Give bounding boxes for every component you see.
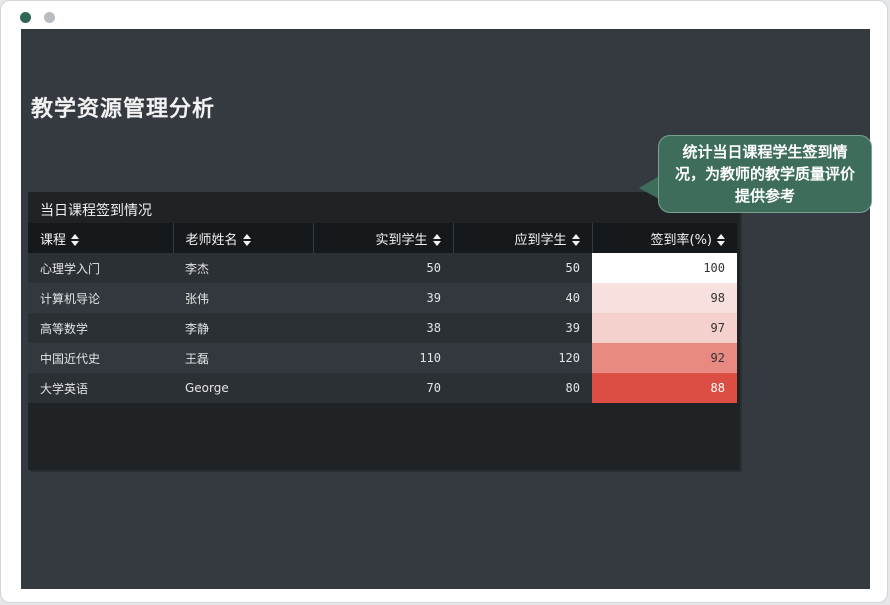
column-header-teacher[interactable]: 老师姓名 — [173, 223, 314, 253]
sort-icon[interactable] — [717, 234, 725, 246]
cell-rate: 88 — [592, 373, 737, 403]
cell-course: 中国近代史 — [28, 343, 173, 373]
cell-present: 38 — [313, 313, 453, 343]
column-header-rate[interactable]: 签到率(%) — [592, 223, 737, 253]
cell-course: 高等数学 — [28, 313, 173, 343]
sort-icon[interactable] — [432, 234, 441, 246]
cell-rate: 97 — [592, 313, 737, 343]
table-row[interactable]: 中国近代史 王磊 110 120 92 — [28, 343, 737, 373]
cell-expected: 40 — [453, 283, 592, 313]
cell-teacher: George — [173, 373, 313, 403]
table-row[interactable]: 计算机导论 张伟 39 40 98 — [28, 283, 737, 313]
cell-present: 50 — [313, 253, 453, 283]
cell-teacher: 王磊 — [173, 343, 313, 373]
cell-course: 大学英语 — [28, 373, 173, 403]
sort-icon[interactable] — [571, 234, 580, 246]
page-title: 教学资源管理分析 — [31, 97, 216, 122]
window-close-dot-icon[interactable] — [20, 12, 31, 23]
cell-expected: 120 — [453, 343, 592, 373]
table-row[interactable]: 心理学入门 李杰 50 50 100 — [28, 253, 737, 283]
attendance-table: 课程 老师姓名 实到学生 应到学生 签到率(%) 心理学入门 李杰 50 50 … — [28, 223, 737, 403]
table-row[interactable]: 高等数学 李静 38 39 97 — [28, 313, 737, 343]
attendance-panel: 当日课程签到情况 课程 老师姓名 实到学生 应到学生 签到率(%) 心理学入门 … — [28, 192, 740, 470]
cell-rate: 92 — [592, 343, 737, 373]
cell-teacher: 李杰 — [173, 253, 313, 283]
cell-teacher: 张伟 — [173, 283, 313, 313]
dashboard-canvas: 教学资源管理分析 当日课程签到情况 课程 老师姓名 实到学生 应到学生 签到率(… — [21, 29, 872, 589]
column-header-expected[interactable]: 应到学生 — [453, 223, 593, 253]
column-header-present[interactable]: 实到学生 — [313, 223, 454, 253]
cell-present: 110 — [313, 343, 453, 373]
column-header-course[interactable]: 课程 — [28, 223, 174, 253]
sort-icon[interactable] — [71, 234, 80, 246]
sort-icon[interactable] — [242, 234, 251, 246]
cell-expected: 80 — [453, 373, 592, 403]
cell-course: 计算机导论 — [28, 283, 173, 313]
cell-present: 39 — [313, 283, 453, 313]
panel-title: 当日课程签到情况 — [40, 203, 152, 219]
table-header-row: 课程 老师姓名 实到学生 应到学生 签到率(%) — [28, 223, 737, 253]
annotation-callout: 统计当日课程学生签到情况，为教师的教学质量评价提供参考 — [658, 135, 872, 213]
window-minimize-dot-icon[interactable] — [44, 12, 55, 23]
cell-present: 70 — [313, 373, 453, 403]
cell-rate: 98 — [592, 283, 737, 313]
cell-expected: 39 — [453, 313, 592, 343]
cell-course: 心理学入门 — [28, 253, 173, 283]
cell-expected: 50 — [453, 253, 592, 283]
cell-teacher: 李静 — [173, 313, 313, 343]
table-row[interactable]: 大学英语 George 70 80 88 — [28, 373, 737, 403]
browser-window: 教学资源管理分析 当日课程签到情况 课程 老师姓名 实到学生 应到学生 签到率(… — [0, 0, 888, 603]
cell-rate: 100 — [592, 253, 737, 283]
